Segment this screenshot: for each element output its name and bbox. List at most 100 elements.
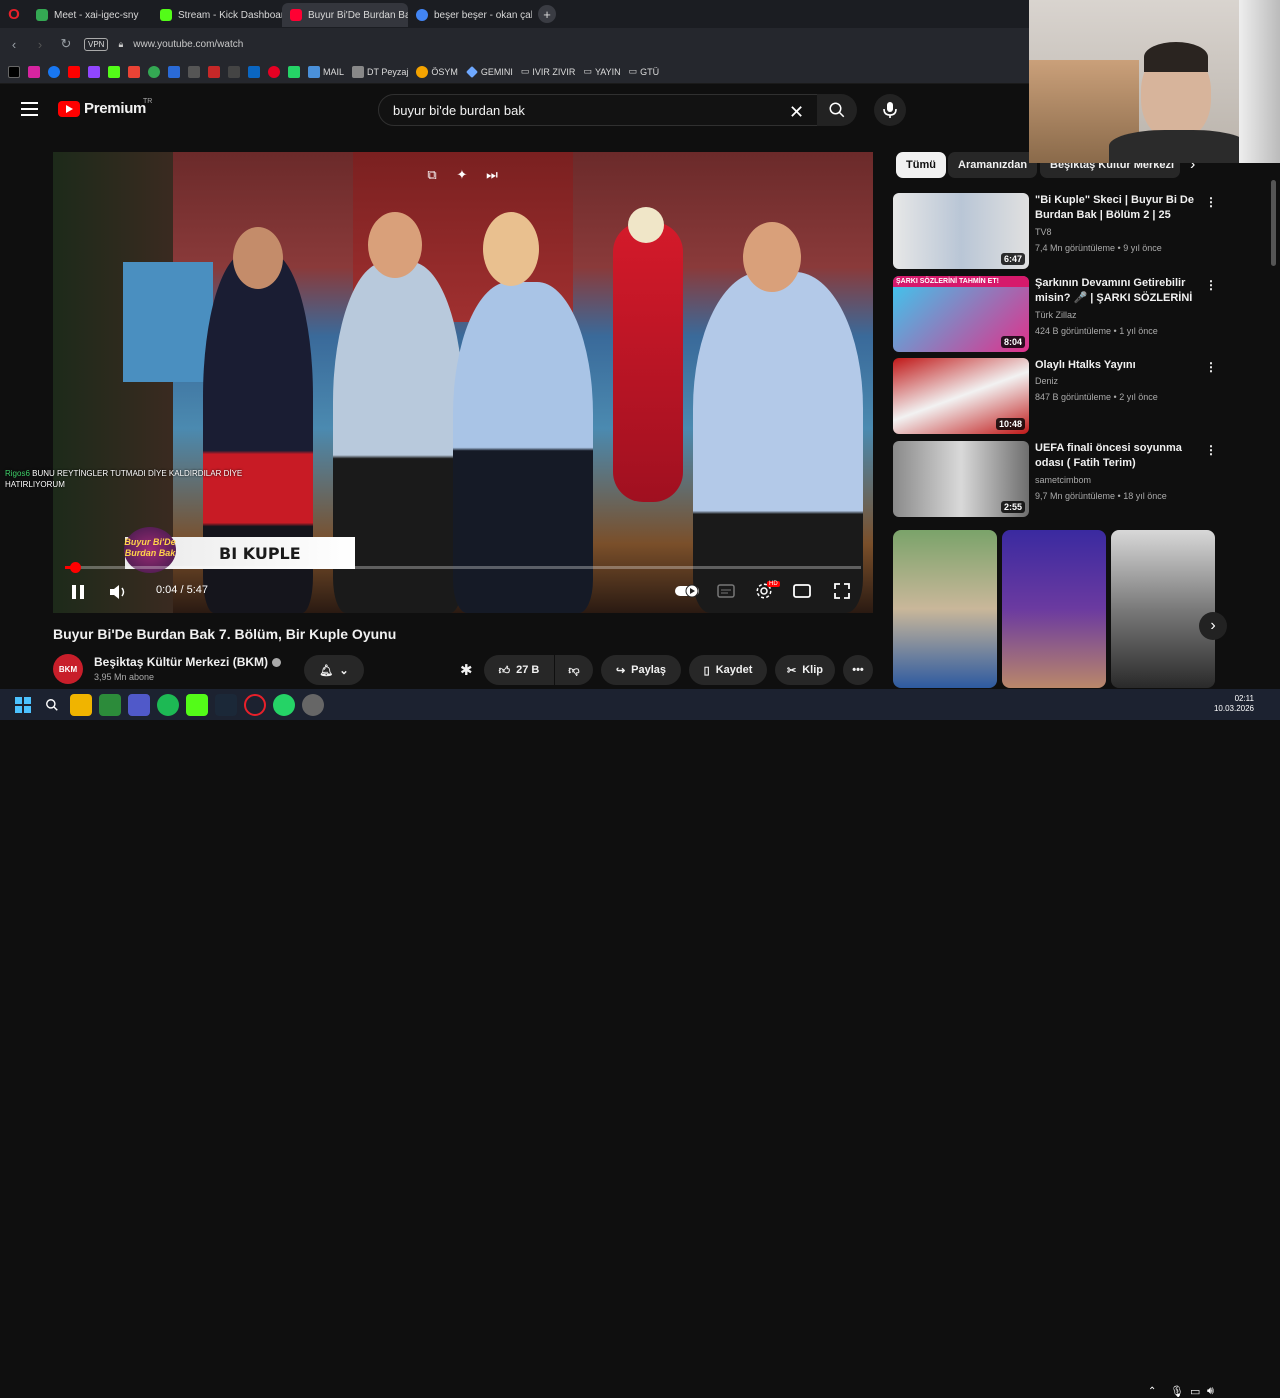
search-button[interactable] [817, 94, 857, 126]
bookmark-label: GTÜ [640, 66, 660, 77]
ai-sparkle-icon[interactable]: ✦ [453, 166, 471, 184]
maps-icon[interactable] [148, 65, 160, 78]
more-vertical-icon[interactable]: ⋮ [1205, 443, 1217, 457]
gmail-icon[interactable] [128, 65, 140, 78]
recommendation-item[interactable]: 10:48 Olaylı Htalks Yayını Deniz 847 B g… [893, 358, 1217, 434]
hamburger-menu-icon[interactable] [21, 102, 38, 116]
link-icon[interactable] [188, 65, 200, 78]
url-field[interactable]: www.youtube.com/watch [133, 39, 243, 50]
captions-button[interactable] [716, 582, 736, 600]
share-button[interactable]: ↪ Paylaş [601, 655, 681, 685]
linkedin-icon[interactable] [248, 65, 260, 78]
theater-mode-button[interactable] [792, 582, 812, 600]
steam-icon[interactable] [215, 693, 237, 716]
save-button[interactable]: ▯ Kaydet [689, 655, 767, 685]
channel-avatar[interactable]: BKM [53, 654, 83, 684]
bell-icon: 🔔︎ [319, 664, 334, 677]
speaker-icon[interactable]: 🔊︎ [1207, 1385, 1214, 1398]
youtube-premium-logo[interactable]: Premium [58, 100, 146, 117]
volume-icon [110, 585, 125, 599]
settings-app-icon[interactable] [302, 693, 324, 716]
clear-search-icon[interactable]: ✕ [789, 102, 804, 123]
subscribed-bell-button[interactable]: 🔔︎ ⌄ [304, 655, 364, 685]
pinterest-icon[interactable] [268, 65, 280, 78]
facebook-icon[interactable] [48, 65, 60, 78]
twitch-icon[interactable] [88, 65, 100, 78]
fullscreen-button[interactable] [832, 582, 852, 600]
youtube-icon [290, 9, 302, 21]
tab-meet[interactable]: Meet - xai-igec-sny [28, 3, 152, 27]
microphone-tray-icon[interactable]: 🎙︎ [1170, 1385, 1184, 1398]
channel-name[interactable]: Beşiktaş Kültür Merkezi (BKM) [94, 655, 282, 669]
shorts-card[interactable] [1111, 530, 1215, 688]
skip-next-icon[interactable]: ⏭︎ [483, 166, 501, 184]
taskbar-clock[interactable]: 02:11 10.03.2026 [1214, 694, 1254, 714]
back-icon[interactable]: ‹ [6, 37, 22, 52]
x-icon[interactable] [8, 65, 20, 78]
bookmark-gemini[interactable]: GEMINI [465, 65, 513, 78]
progress-scrubber[interactable] [69, 562, 81, 573]
network-icon[interactable]: ▭ [1190, 1385, 1200, 1398]
shorts-next-button[interactable]: › [1199, 612, 1227, 640]
kick-app-icon[interactable] [186, 693, 208, 716]
scrollbar-thumb[interactable] [1271, 180, 1276, 266]
new-tab-button[interactable]: + [538, 5, 556, 23]
recommendation-item[interactable]: 6:47 "Bi Kuple" Skeci | Buyur Bi De Burd… [893, 193, 1217, 269]
sparkle-icon[interactable]: ✱ [460, 661, 473, 679]
bookmark-gray-icon[interactable] [228, 65, 240, 78]
more-vertical-icon[interactable]: ⋮ [1205, 195, 1217, 209]
bookmark-mail[interactable]: MAIL [308, 65, 344, 78]
teams-icon[interactable] [128, 693, 150, 716]
more-vertical-icon[interactable]: ⋮ [1205, 360, 1217, 374]
kick-bookmark-icon[interactable] [108, 65, 120, 78]
more-vertical-icon[interactable]: ⋮ [1205, 278, 1217, 292]
tab-youtube-active[interactable]: Buyur Bi'De Burdan Ba [282, 3, 408, 27]
shorts-card[interactable] [893, 530, 997, 688]
dollar-icon[interactable] [168, 65, 180, 78]
bookmark-red-icon[interactable] [208, 65, 220, 78]
opera-app-icon[interactable] [244, 693, 266, 716]
chip-all[interactable]: Tümü [896, 152, 946, 178]
shorts-card[interactable] [1002, 530, 1106, 688]
volume-button[interactable] [108, 582, 128, 602]
file-explorer-icon[interactable] [70, 693, 92, 716]
search-input[interactable]: buyur bi'de burdan bak [378, 94, 818, 126]
more-actions-button[interactable]: ••• [843, 655, 873, 685]
video-thumbnail: 2:55 [893, 441, 1029, 517]
chip-from-search[interactable]: Aramanızdan [948, 152, 1038, 178]
opera-logo-icon[interactable]: O [0, 0, 28, 28]
pause-button[interactable] [68, 582, 88, 602]
like-button[interactable]: 👍︎ 27 B [484, 655, 554, 685]
windows-start-icon[interactable] [12, 694, 34, 716]
bookmark-dt-peyzaj[interactable]: DT Peyzaj [352, 65, 408, 78]
settings-button[interactable]: HD [753, 581, 780, 601]
dislike-button[interactable]: 👎︎ [555, 655, 593, 685]
video-thumbnail: 10:48 [893, 358, 1029, 434]
whatsapp-icon[interactable] [273, 693, 295, 716]
recommendation-item[interactable]: 2:55 UEFA finali öncesi soyunma odası ( … [893, 441, 1217, 517]
tab-kick[interactable]: Stream - Kick Dashboard [152, 3, 282, 27]
forward-icon[interactable]: › [32, 37, 48, 52]
kick-icon [160, 9, 172, 21]
voice-search-button[interactable] [874, 94, 906, 126]
autoplay-toggle[interactable] [674, 582, 700, 600]
instagram-icon[interactable] [28, 65, 40, 78]
taskbar-search-icon[interactable] [41, 694, 63, 716]
vpn-badge[interactable]: VPN [84, 37, 109, 51]
bookmark-osym[interactable]: ÖSYM [416, 65, 458, 78]
reload-icon[interactable]: ↻ [58, 36, 74, 52]
recommendation-item[interactable]: ŞARKI SÖZLERİNİ TAHMİN ET! 8:04 Şarkının… [893, 276, 1217, 352]
clip-button[interactable]: ✂ Klip [775, 655, 835, 685]
youtube-bookmark-icon[interactable] [68, 65, 80, 78]
chevron-up-icon[interactable]: ⌃ [1148, 1386, 1156, 1397]
bookmark-folder-yayin[interactable]: ▭ YAYIN [583, 66, 620, 77]
spotify-icon[interactable] [157, 693, 179, 716]
whatsapp-bookmark-icon[interactable] [288, 65, 300, 78]
video-thumbnail: ŞARKI SÖZLERİNİ TAHMİN ET! 8:04 [893, 276, 1029, 352]
bookmark-folder-ivir-zivir[interactable]: ▭ IVIR ZIVIR [521, 66, 576, 77]
miniplayer-icon[interactable]: ⧉ [423, 166, 441, 184]
xbox-icon[interactable] [99, 693, 121, 716]
tab-google[interactable]: beşer beşer - okan çabala [408, 3, 532, 27]
progress-bar[interactable] [65, 562, 861, 573]
bookmark-folder-gtu[interactable]: ▭ GTÜ [629, 66, 660, 77]
